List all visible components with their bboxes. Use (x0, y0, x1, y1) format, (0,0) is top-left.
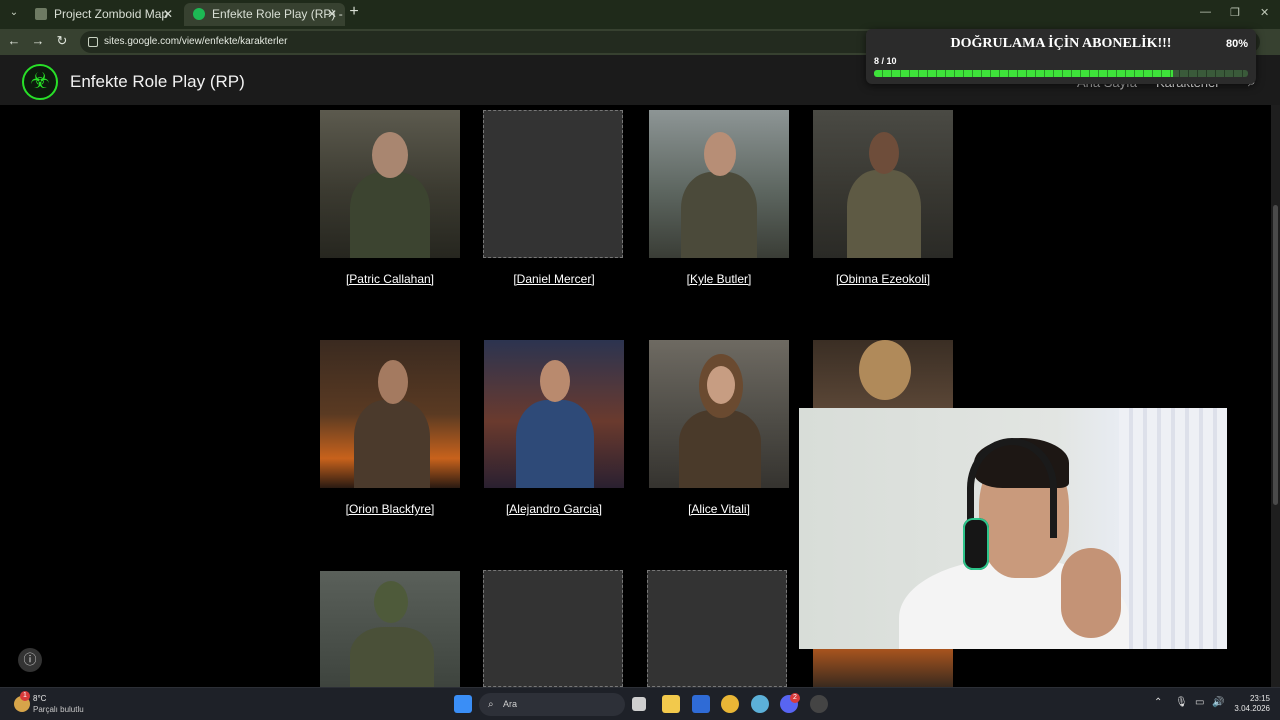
tab-favicon (35, 8, 47, 20)
character-image-alejandro-garcia[interactable] (484, 340, 624, 488)
windows-start-icon[interactable] (454, 695, 472, 713)
weather-desc[interactable]: Parçalı bulutlu (33, 705, 84, 714)
character-image-orion-blackfyre[interactable] (320, 340, 460, 488)
character-image-placeholder (483, 110, 623, 258)
microsoft-store-icon[interactable] (692, 695, 710, 713)
microphone-icon[interactable]: 🎙 (1175, 697, 1188, 708)
tab-title: Project Zomboid Map (54, 7, 169, 21)
file-explorer-icon[interactable] (662, 695, 680, 713)
character-link-kyle-butler[interactable]: [Kyle Butler] (639, 272, 799, 286)
taskbar-clock[interactable]: 23:15 3.04.2026 (1228, 694, 1270, 714)
close-tab-icon[interactable]: ✕ (327, 3, 337, 25)
character-image-kyle-butler[interactable] (649, 110, 789, 258)
character-link-alice-vitali[interactable]: [Alice Vitali] (639, 502, 799, 516)
chrome-icon[interactable] (721, 695, 739, 713)
url-text: sites.google.com/view/enfekte/karakterle… (104, 36, 288, 47)
network-icon[interactable]: ▭ (1195, 697, 1204, 708)
tab-favicon (193, 8, 205, 20)
close-tab-icon[interactable]: ✕ (163, 3, 173, 25)
app-icon[interactable] (751, 695, 769, 713)
character-link-orion-blackfyre[interactable]: [Orion Blackfyre] (310, 502, 470, 516)
scrollbar-thumb[interactable] (1273, 205, 1278, 505)
popup-percent: 80% (1225, 38, 1248, 50)
character-link-patric-callahan[interactable]: [Patric Callahan] (310, 272, 470, 286)
person-hand (1061, 548, 1121, 638)
weather-badge: 1 (20, 691, 30, 701)
new-tab-button[interactable]: + (346, 4, 362, 20)
site-info-icon[interactable] (88, 37, 98, 47)
discord-badge: 2 (790, 693, 800, 703)
minimize-icon[interactable]: — (1200, 6, 1211, 18)
character-image-placeholder (483, 570, 623, 687)
character-image-patric-callahan[interactable] (320, 110, 460, 258)
character-image-partially-hidden[interactable] (813, 340, 953, 408)
character-link-daniel-mercer[interactable]: [Daniel Mercer] (474, 272, 634, 286)
browser-tab-bar: ⌄ Project Zomboid Map ✕ Enfekte Role Pla… (0, 0, 1280, 29)
forward-icon[interactable]: → (30, 33, 46, 49)
character-image-placeholder (647, 570, 787, 687)
character-image-row3-4[interactable] (813, 649, 953, 687)
close-window-icon[interactable]: ✕ (1260, 6, 1269, 19)
back-icon[interactable]: ← (6, 33, 22, 49)
page-scrollbar[interactable] (1271, 105, 1280, 687)
search-icon: ⌕ (488, 699, 494, 710)
taskbar-search[interactable]: ⌕ Ara (479, 693, 625, 716)
curtain (1119, 408, 1227, 649)
webcam-overlay (799, 408, 1227, 649)
character-image-obinna-ezeokoli[interactable] (813, 110, 953, 258)
tab-project-zomboid-map[interactable]: Project Zomboid Map ✕ (26, 3, 181, 26)
clock-date: 3.04.2026 (1234, 704, 1270, 713)
character-image-alice-vitali[interactable] (649, 340, 789, 488)
tab-enfekte-karakterler[interactable]: Enfekte Role Play (RP) - Karakte ✕ (184, 3, 345, 26)
steam-icon[interactable] (810, 695, 828, 713)
progress-bar-segments (874, 70, 1248, 77)
maximize-icon[interactable]: ❐ (1230, 6, 1240, 19)
biohazard-logo-icon[interactable]: ☣ (22, 64, 58, 100)
subscription-popup: DOĞRULAMA İÇİN ABONELİK!!! 80% 8 / 10 (866, 29, 1256, 84)
info-icon[interactable]: ⓘ (18, 648, 42, 672)
character-image-row3-1[interactable] (320, 571, 460, 687)
popup-title: DOĞRULAMA İÇİN ABONELİK!!! (950, 36, 1172, 51)
progress-bar (874, 70, 1248, 77)
site-title[interactable]: Enfekte Role Play (RP) (70, 72, 245, 92)
task-view-icon[interactable] (632, 697, 646, 711)
weather-temp[interactable]: 8°C (33, 694, 46, 703)
taskbar: 1 8°C Parçalı bulutlu ⌕ Ara 2 ⌃ 🎙 ▭ 🔊 23… (0, 687, 1280, 720)
character-link-obinna-ezeokoli[interactable]: [Obinna Ezeokoli] (803, 272, 963, 286)
popup-progress-count: 8 / 10 (874, 56, 897, 66)
tab-search-dropdown-icon[interactable]: ⌄ (6, 5, 22, 21)
headset-earcup (963, 518, 989, 570)
tray-chevron-up-icon[interactable]: ⌃ (1154, 697, 1162, 708)
tab-title: Enfekte Role Play (RP) - Karakte (212, 7, 345, 21)
volume-icon[interactable]: 🔊 (1212, 697, 1224, 708)
character-link-alejandro-garcia[interactable]: [Alejandro Garcia] (474, 502, 634, 516)
clock-time: 23:15 (1249, 694, 1270, 703)
reload-icon[interactable]: ↻ (54, 33, 70, 49)
taskbar-search-placeholder: Ara (503, 699, 518, 709)
